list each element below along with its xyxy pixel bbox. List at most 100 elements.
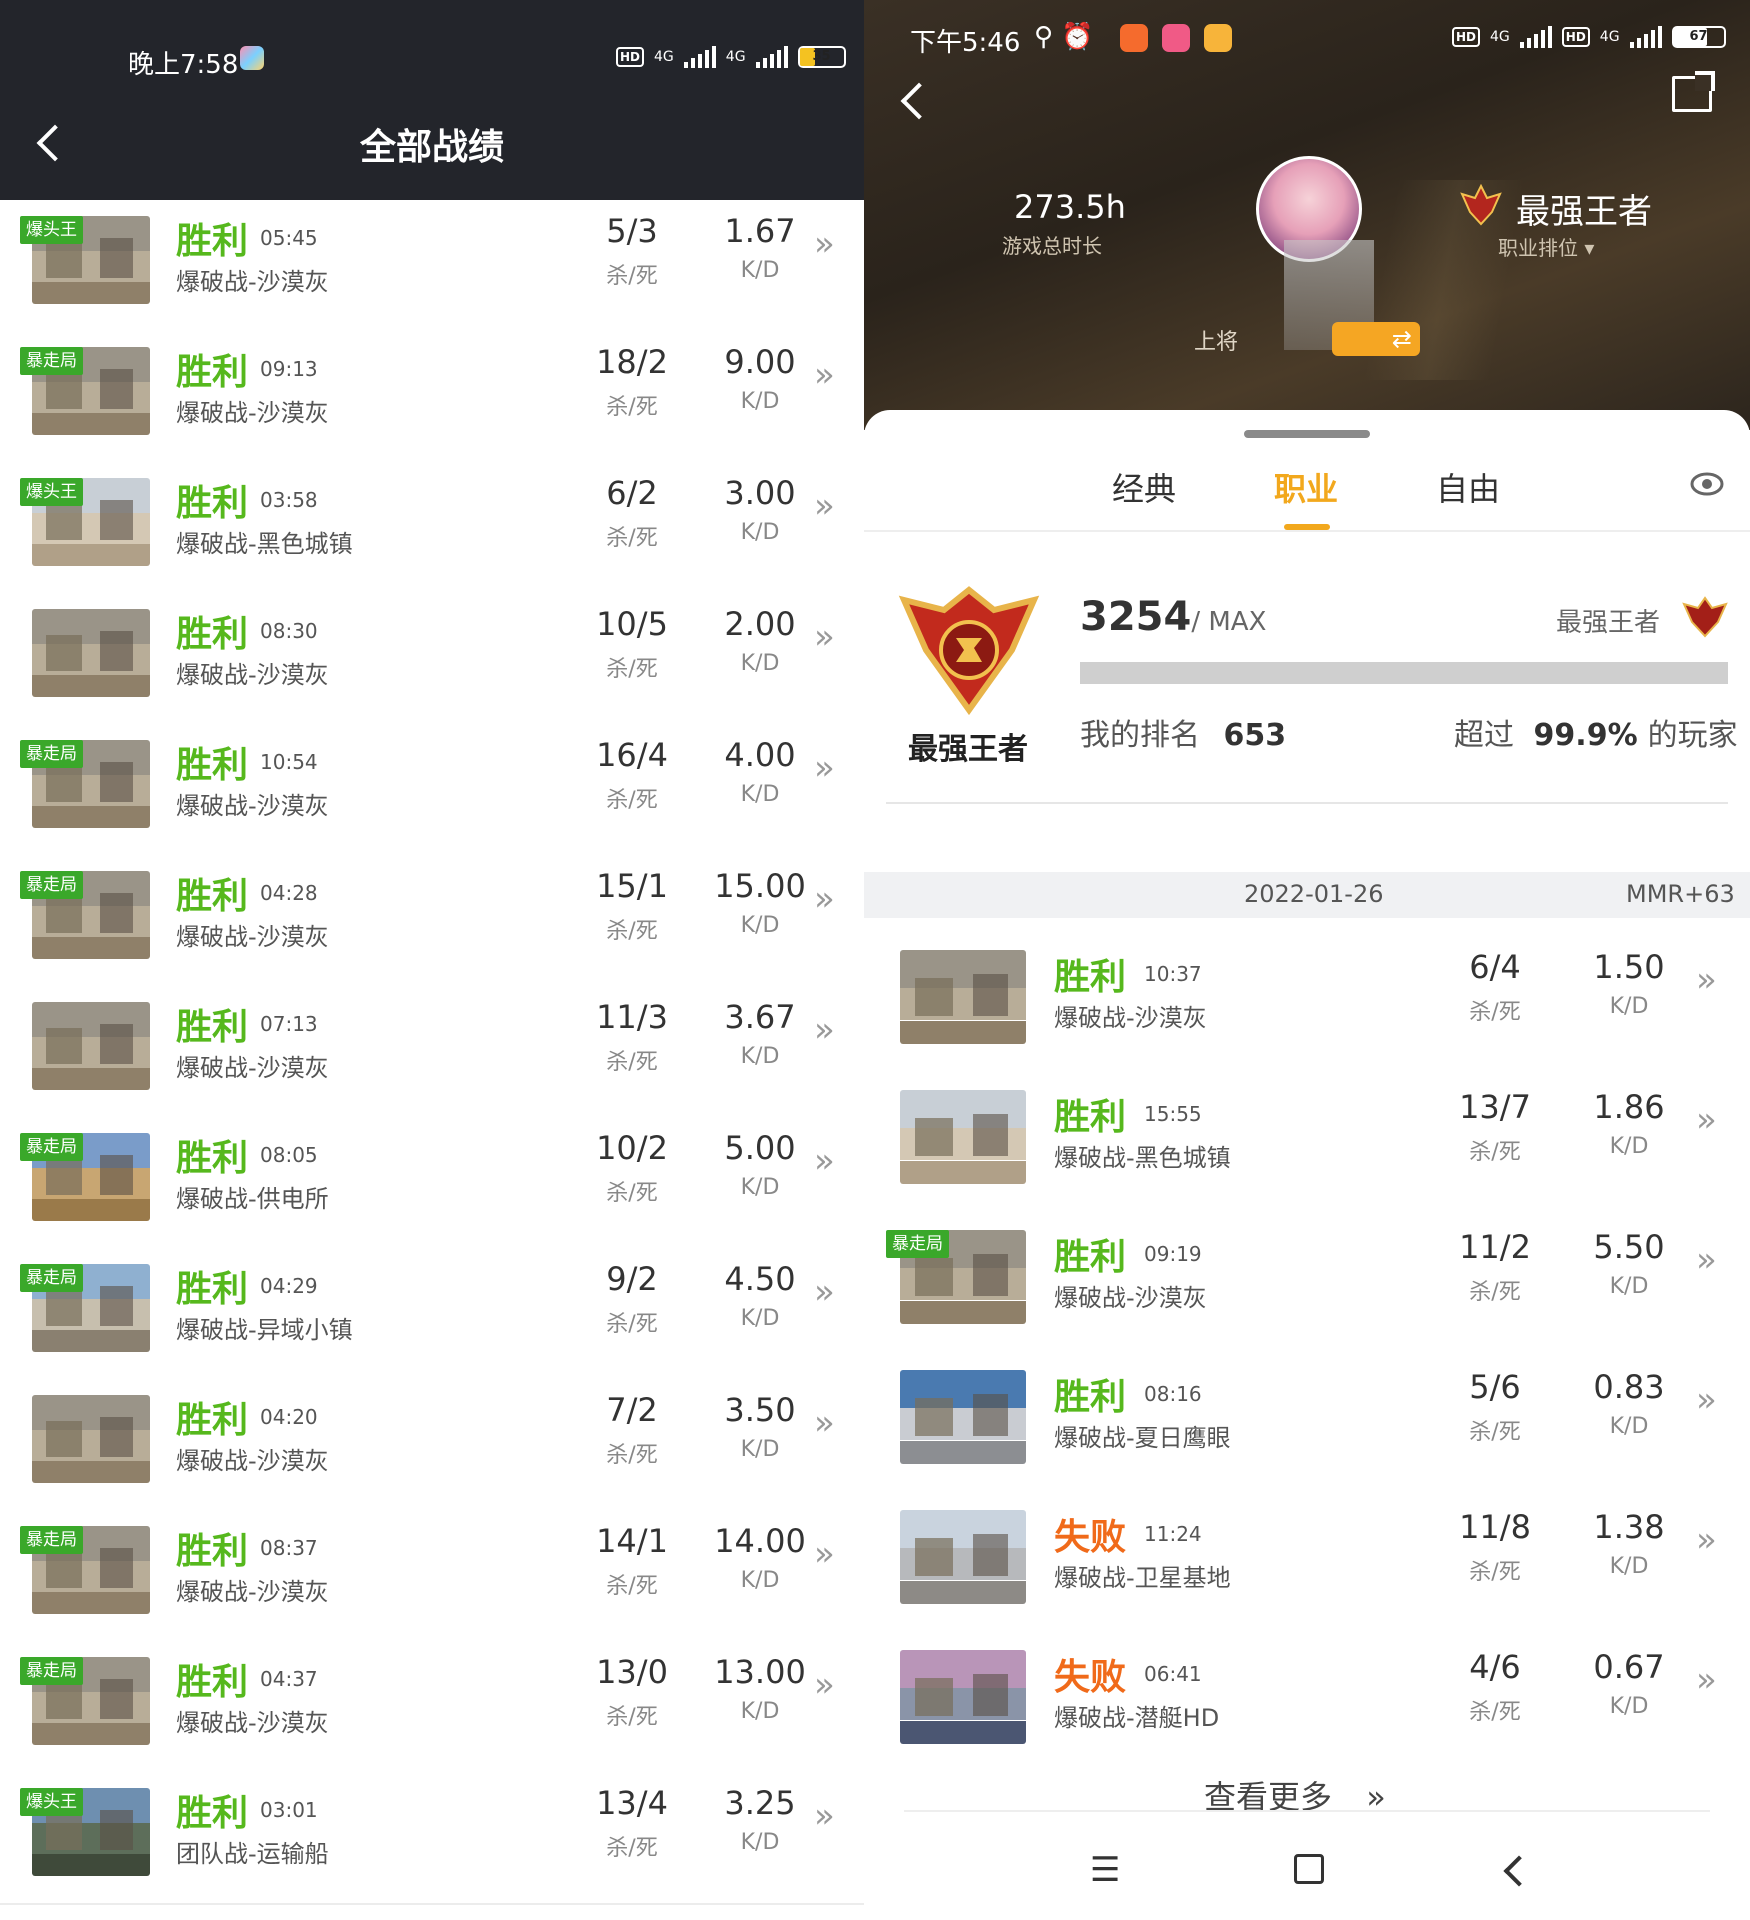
match-row[interactable]: 胜利 15:55 爆破战-黑色城镇 13/7 杀/死 1.86 K/D »	[864, 1068, 1750, 1208]
kd-ratio-label: K/D	[1609, 1134, 1649, 1159]
match-row[interactable]: 爆头王 胜利 03:58 爆破战-黑色城镇 6/2 杀/死 3.00 K/D »	[0, 462, 864, 595]
match-row[interactable]: 失败 11:24 爆破战-卫星基地 11/8 杀/死 1.38 K/D »	[864, 1488, 1750, 1628]
row-chevron-icon[interactable]: »	[814, 879, 835, 919]
exceed-suffix: 的玩家	[1647, 718, 1738, 753]
kills-deaths-label: 杀/死	[606, 1836, 658, 1861]
kd-ratio: 1.86	[1593, 1088, 1665, 1126]
row-chevron-icon[interactable]: »	[1696, 1100, 1717, 1140]
match-duration: 07:13	[260, 1012, 318, 1036]
status-time: 下午5:46	[910, 28, 1021, 58]
match-result: 胜利	[176, 1138, 249, 1179]
row-chevron-icon[interactable]: »	[814, 486, 835, 526]
match-row[interactable]: 爆头王 胜利 03:01 团队战-运输船 13/4 杀/死 3.25 K/D »	[0, 1772, 864, 1905]
match-row[interactable]: 暴走局 胜利 09:19 爆破战-沙漠灰 11/2 杀/死 5.50 K/D »	[864, 1208, 1750, 1348]
kd-ratio: 15.00	[714, 867, 806, 905]
tab-classic[interactable]: 经典	[1112, 464, 1176, 510]
menu-nav-icon[interactable]: ☰	[1090, 1850, 1120, 1890]
kills-deaths-label: 杀/死	[606, 788, 658, 813]
switch-button[interactable]: ⇄	[1332, 322, 1420, 356]
row-chevron-icon[interactable]: »	[814, 1141, 835, 1181]
map-thumbnail	[32, 1002, 150, 1090]
exceed-value: 99.9%	[1533, 718, 1638, 753]
match-tag-badge: 暴走局	[886, 1230, 949, 1258]
kd-ratio-label: K/D	[740, 1437, 780, 1462]
match-tag-badge: 爆头王	[20, 216, 83, 244]
match-duration: 10:37	[1144, 962, 1202, 986]
match-row[interactable]: 胜利 07:13 爆破战-沙漠灰 11/3 杀/死 3.67 K/D »	[0, 986, 864, 1119]
match-row[interactable]: 暴走局 胜利 10:54 爆破战-沙漠灰 16/4 杀/死 4.00 K/D »	[0, 724, 864, 857]
match-row[interactable]: 暴走局 胜利 04:28 爆破战-沙漠灰 15/1 杀/死 15.00 K/D »	[0, 855, 864, 988]
match-row[interactable]: 暴走局 胜利 04:29 爆破战-异域小镇 9/2 杀/死 4.50 K/D »	[0, 1248, 864, 1381]
row-chevron-icon[interactable]: »	[1696, 960, 1717, 1000]
match-row[interactable]: 胜利 08:16 爆破战-夏日鹰眼 5/6 杀/死 0.83 K/D »	[864, 1348, 1750, 1488]
row-chevron-icon[interactable]: »	[814, 1796, 835, 1836]
network-label-2: 4G	[1599, 29, 1620, 45]
match-duration: 03:01	[260, 1798, 318, 1822]
row-chevron-icon[interactable]: »	[814, 1272, 835, 1312]
row-chevron-icon[interactable]: »	[814, 617, 835, 657]
kills-deaths: 6/4	[1469, 948, 1521, 986]
row-chevron-icon[interactable]: »	[814, 748, 835, 788]
kills-deaths: 13/4	[596, 1784, 668, 1822]
rank-type-dropdown[interactable]: 职业排位 ▾	[1498, 232, 1594, 261]
row-chevron-icon[interactable]: »	[814, 1534, 835, 1574]
kills-deaths: 18/2	[596, 343, 668, 381]
match-result: 胜利	[176, 1007, 249, 1048]
row-chevron-icon[interactable]: »	[814, 355, 835, 395]
kd-ratio: 4.50	[724, 1260, 796, 1298]
row-chevron-icon[interactable]: »	[814, 1010, 835, 1050]
match-row[interactable]: 暴走局 胜利 04:37 爆破战-沙漠灰 13/0 杀/死 13.00 K/D »	[0, 1641, 864, 1774]
kd-ratio: 1.67	[724, 212, 796, 250]
row-chevron-icon[interactable]: »	[1696, 1240, 1717, 1280]
share-icon[interactable]	[1672, 71, 1715, 112]
kills-deaths-label: 杀/死	[1469, 1140, 1521, 1165]
row-chevron-icon[interactable]: »	[814, 224, 835, 264]
home-nav-icon[interactable]	[1294, 1854, 1324, 1884]
status-icons: HD 4G HD 4G 67	[1452, 26, 1726, 48]
match-tag-badge: 暴走局	[20, 871, 83, 899]
match-row[interactable]: 胜利 10:37 爆破战-沙漠灰 6/4 杀/死 1.50 K/D »	[864, 928, 1750, 1068]
match-row[interactable]: 暴走局 胜利 09:13 爆破战-沙漠灰 18/2 杀/死 9.00 K/D »	[0, 331, 864, 464]
hero-rank-title: 最强王者	[1516, 192, 1652, 232]
row-chevron-icon[interactable]: »	[1696, 1520, 1717, 1560]
hd-icon-2: HD	[1561, 27, 1590, 47]
kills-deaths: 13/0	[596, 1653, 668, 1691]
my-rank: 我的排名 653	[1080, 710, 1286, 754]
drag-handle[interactable]	[1244, 430, 1370, 438]
kd-ratio-label: K/D	[1609, 1274, 1649, 1299]
back-nav-icon[interactable]	[1503, 1855, 1535, 1887]
match-row[interactable]: 失败 06:41 爆破战-潜艇HD 4/6 杀/死 0.67 K/D »	[864, 1628, 1750, 1768]
map-thumbnail	[900, 1090, 1026, 1184]
match-mode: 爆破战-异域小镇	[176, 1316, 353, 1344]
match-row[interactable]: 胜利 08:30 爆破战-沙漠灰 10/5 杀/死 2.00 K/D »	[0, 593, 864, 726]
match-duration: 05:45	[260, 226, 318, 250]
stats-sheet: 经典 职业 自由 最强王者 3254/ MAX 最强王者 我的排名 653 超过…	[864, 410, 1750, 1920]
match-row[interactable]: 胜利 04:20 爆破战-沙漠灰 7/2 杀/死 3.50 K/D »	[0, 1379, 864, 1512]
match-result: 胜利	[1054, 1237, 1127, 1278]
kills-deaths: 9/2	[606, 1260, 658, 1298]
match-result: 胜利	[176, 352, 249, 393]
tab-free[interactable]: 自由	[1436, 464, 1500, 510]
match-result: 胜利	[176, 745, 249, 786]
signal-icon	[1519, 26, 1552, 48]
match-mode: 爆破战-黑色城镇	[176, 530, 353, 558]
network-label-1: 4G	[1490, 29, 1510, 45]
back-arrow-icon[interactable]	[900, 82, 938, 120]
eye-icon[interactable]	[1690, 472, 1724, 500]
kills-deaths-label: 杀/死	[606, 1574, 658, 1599]
kills-deaths: 16/4	[596, 736, 668, 774]
row-chevron-icon[interactable]: »	[814, 1403, 835, 1443]
row-chevron-icon[interactable]: »	[814, 1665, 835, 1705]
row-chevron-icon[interactable]: »	[1696, 1660, 1717, 1700]
match-row[interactable]: 爆头王 胜利 05:45 爆破战-沙漠灰 5/3 杀/死 1.67 K/D »	[0, 200, 864, 333]
match-row[interactable]: 暴走局 胜利 08:05 爆破战-供电所 10/2 杀/死 5.00 K/D »	[0, 1117, 864, 1250]
match-row[interactable]: 暴走局 胜利 08:37 爆破战-沙漠灰 14/1 杀/死 14.00 K/D »	[0, 1510, 864, 1643]
match-tag-badge: 暴走局	[20, 1133, 83, 1161]
match-mode: 爆破战-沙漠灰	[1054, 1004, 1207, 1032]
row-chevron-icon[interactable]: »	[1696, 1380, 1717, 1420]
kills-deaths: 11/8	[1459, 1508, 1531, 1546]
kills-deaths-label: 杀/死	[606, 919, 658, 944]
hd-icon: HD	[1452, 27, 1481, 47]
rank-tier-label: 最强王者	[1556, 608, 1661, 638]
tab-career[interactable]: 职业	[1274, 464, 1338, 510]
